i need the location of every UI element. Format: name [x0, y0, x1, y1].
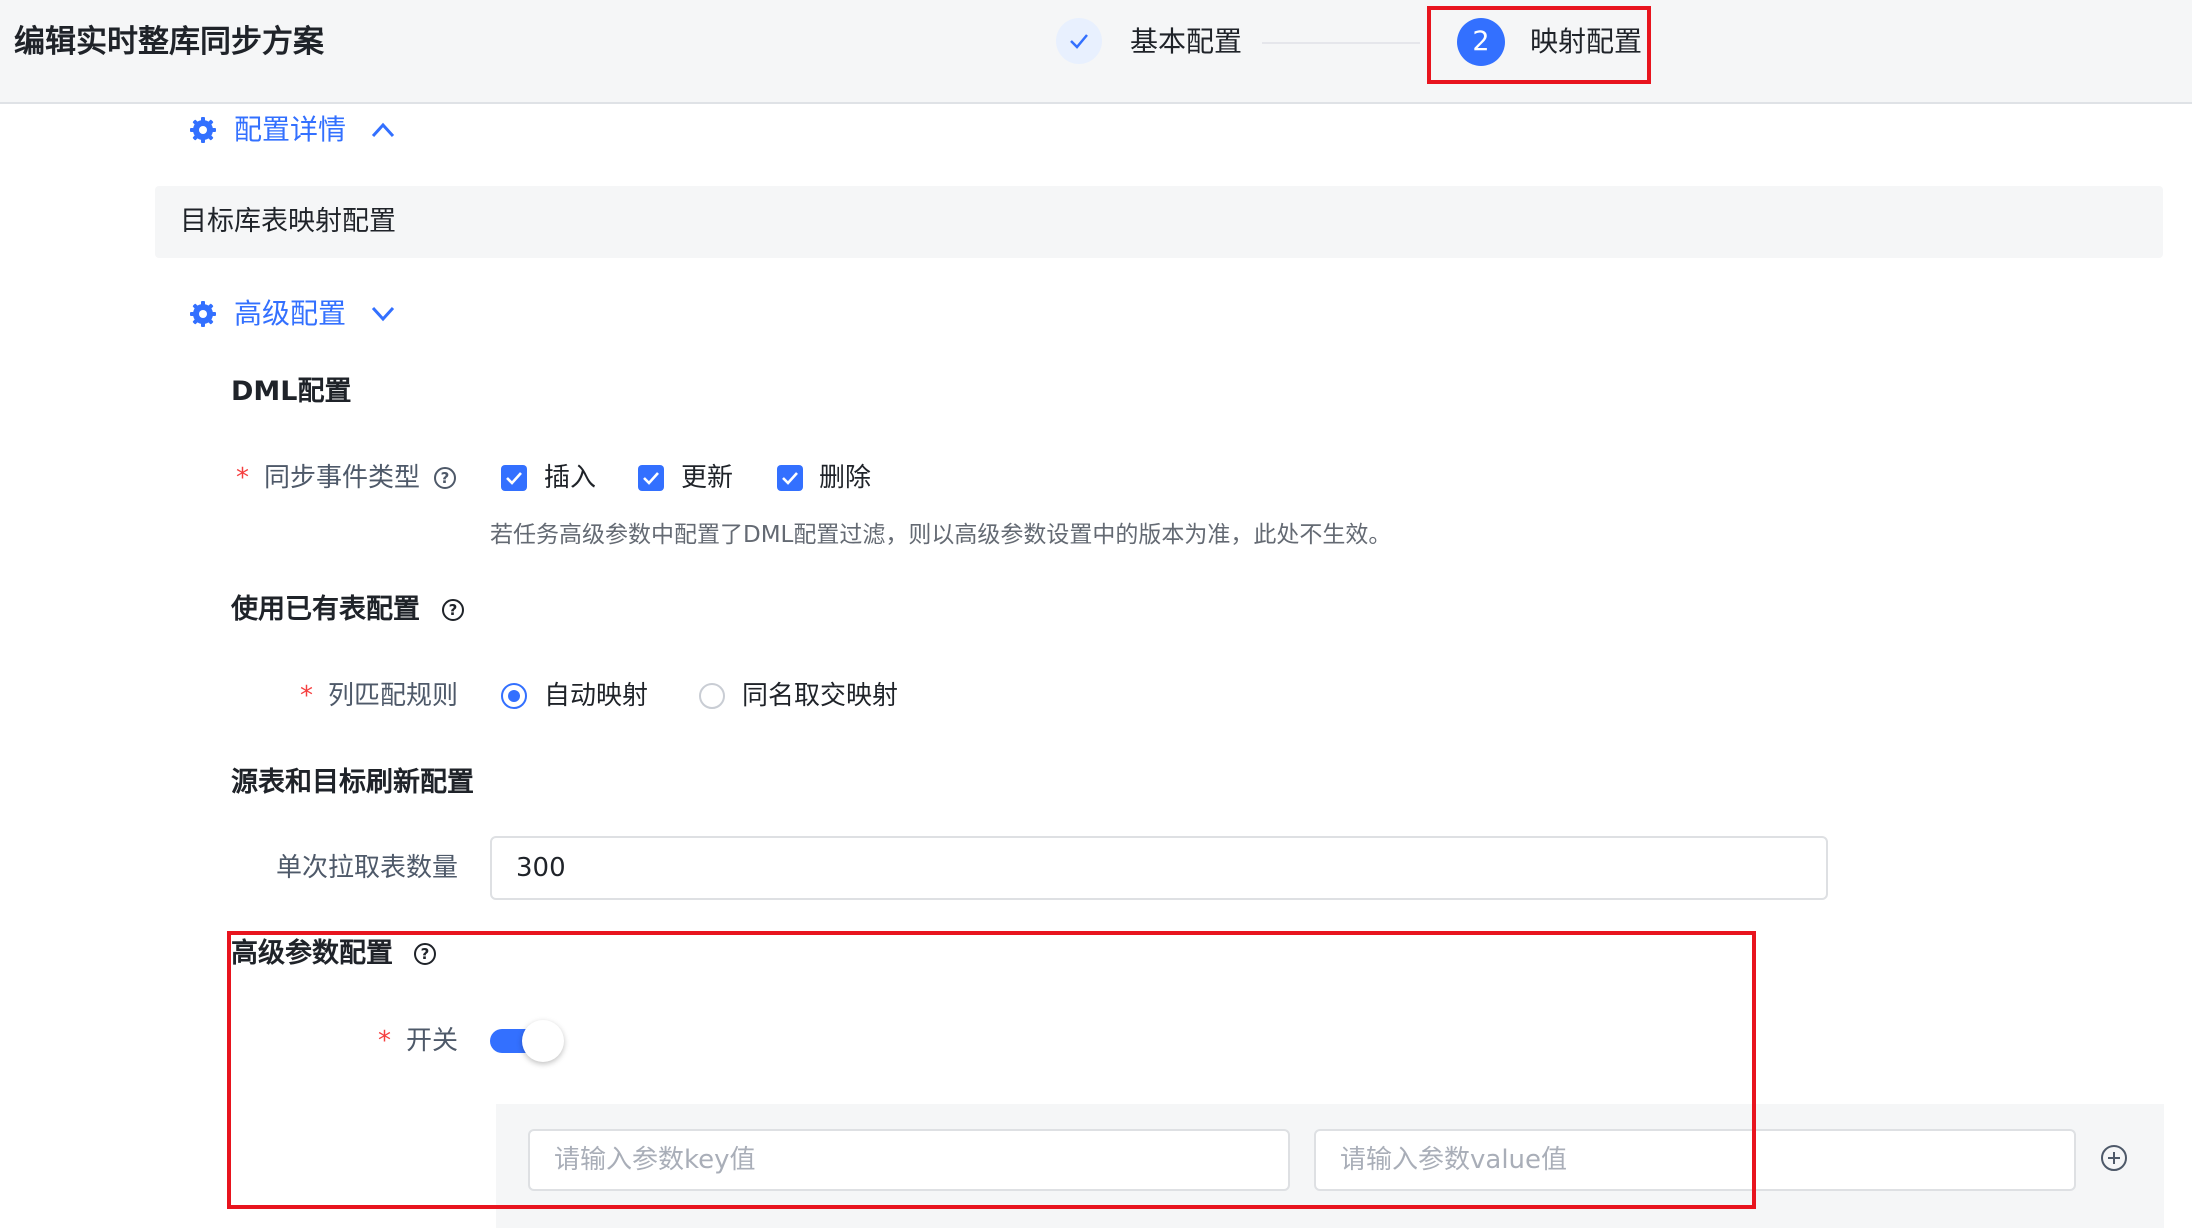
step-1-label[interactable]: 基本配置 [1130, 22, 1242, 62]
page-title: 编辑实时整库同步方案 [14, 24, 324, 60]
checkbox-update-label[interactable]: 更新 [681, 459, 733, 497]
advanced-params-title: 高级参数配置 [231, 938, 393, 969]
check-icon [643, 472, 659, 485]
checkbox-delete-label[interactable]: 删除 [819, 459, 871, 497]
required-mark: * [236, 463, 249, 493]
event-type-label: 同步事件类型 [264, 463, 421, 493]
checkbox-update[interactable] [638, 465, 664, 491]
target-mapping-band [155, 186, 2163, 258]
radio-auto-mapping-label[interactable]: 自动映射 [544, 677, 648, 715]
chevron-down-icon[interactable] [370, 304, 396, 324]
required-mark: * [378, 1026, 391, 1056]
checkbox-insert[interactable] [501, 465, 527, 491]
radio-auto-mapping[interactable] [501, 683, 527, 709]
target-mapping-title: 目标库表映射配置 [180, 206, 396, 237]
check-icon [1070, 34, 1088, 49]
required-mark: * [300, 681, 313, 711]
settings-gear-icon [190, 301, 216, 327]
check-icon [506, 472, 522, 485]
refresh-config-title: 源表和目标刷新配置 [231, 767, 474, 798]
radio-same-name-mapping-label[interactable]: 同名取交映射 [742, 677, 898, 715]
highlight-box-step [1427, 6, 1651, 84]
batch-count-label: 单次拉取表数量 [276, 853, 459, 883]
radio-same-name-mapping[interactable] [699, 683, 725, 709]
help-icon[interactable]: ? [414, 943, 436, 965]
dml-help-text: 若任务高级参数中配置了DML配置过滤，则以高级参数设置中的版本为准，此处不生效。 [490, 522, 1392, 548]
param-key-input[interactable] [528, 1129, 1290, 1191]
advanced-params-switch[interactable] [490, 1020, 564, 1062]
settings-gear-icon [190, 117, 216, 143]
chevron-up-icon[interactable] [370, 120, 396, 140]
param-value-input[interactable] [1314, 1129, 2076, 1191]
checkbox-insert-label[interactable]: 插入 [544, 459, 596, 497]
help-icon[interactable]: ? [434, 467, 456, 489]
batch-count-input[interactable] [490, 836, 1828, 900]
step-connector [1262, 42, 1420, 44]
column-rule-label: 列匹配规则 [328, 681, 459, 711]
advanced-config-title[interactable]: 高级配置 [234, 294, 346, 334]
step-1-done-indicator[interactable] [1056, 18, 1102, 64]
add-circle-icon[interactable] [2101, 1145, 2127, 1171]
check-icon [782, 472, 798, 485]
checkbox-delete[interactable] [777, 465, 803, 491]
dml-config-title: DML配置 [231, 376, 352, 407]
config-details-title[interactable]: 配置详情 [234, 110, 346, 150]
switch-knob [522, 1020, 564, 1062]
existing-table-title: 使用已有表配置 [231, 594, 420, 625]
help-icon[interactable]: ? [442, 599, 464, 621]
switch-label: 开关 [406, 1026, 459, 1056]
